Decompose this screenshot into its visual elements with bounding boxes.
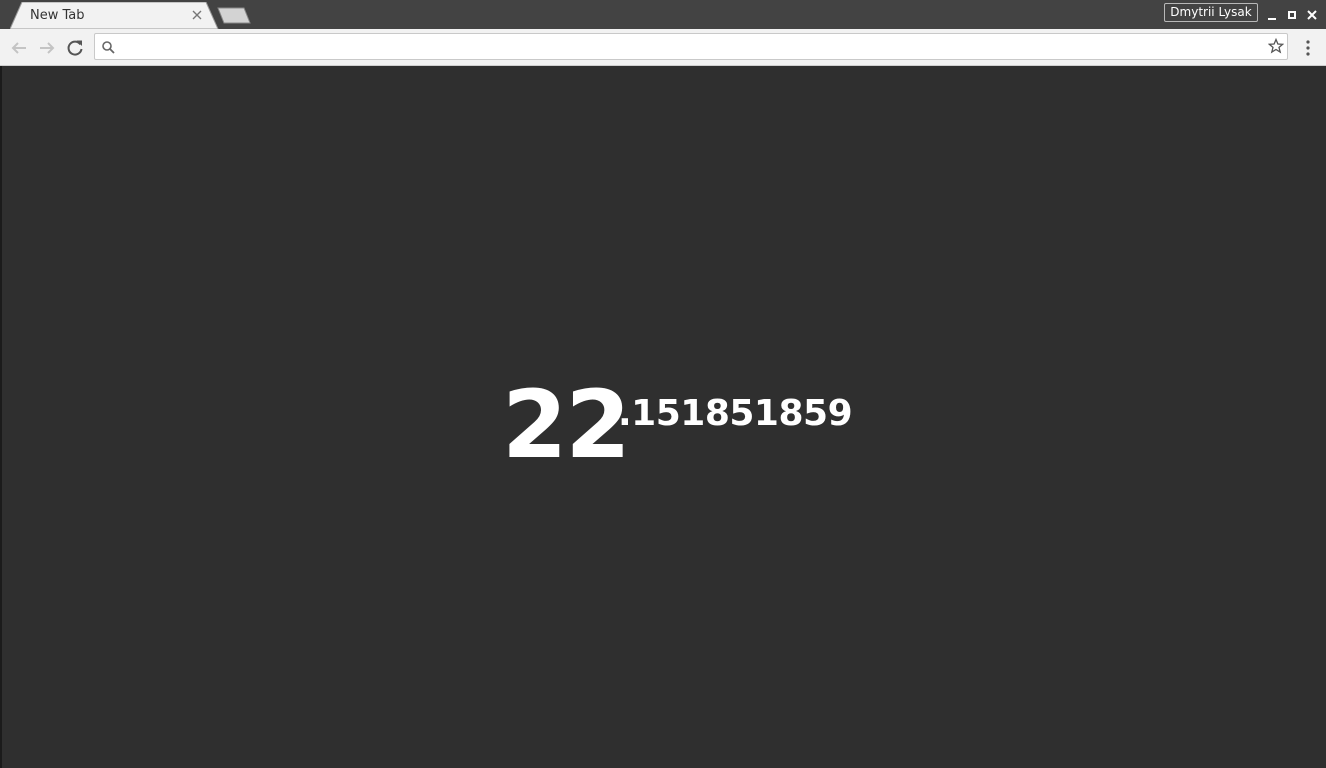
back-button[interactable] — [9, 38, 29, 58]
tab-close-icon[interactable] — [190, 8, 204, 22]
reload-button[interactable] — [65, 38, 85, 58]
profile-button[interactable]: Dmytrii Lysak — [1164, 3, 1258, 22]
bookmark-star-icon[interactable] — [1267, 37, 1285, 54]
new-tab-icon — [217, 7, 251, 24]
minimize-icon[interactable] — [1265, 7, 1279, 21]
address-bar[interactable] — [94, 33, 1288, 60]
new-tab-button[interactable] — [216, 7, 252, 24]
clock-fraction: .151851859 — [618, 393, 853, 434]
search-icon — [101, 39, 115, 54]
tab-new-tab[interactable]: New Tab — [10, 2, 220, 30]
close-window-icon[interactable] — [1305, 7, 1319, 21]
reload-icon — [67, 40, 83, 56]
arrow-left-icon — [11, 42, 26, 54]
arrow-right-icon — [40, 42, 55, 54]
browser-titlebar: New Tab Dmytrii Lysak — [0, 0, 1326, 30]
tab-title: New Tab — [30, 8, 85, 23]
browser-toolbar — [0, 29, 1326, 66]
kebab-menu-icon[interactable] — [1300, 38, 1316, 58]
forward-button[interactable] — [37, 38, 57, 58]
address-input[interactable] — [121, 36, 1257, 57]
maximize-icon[interactable] — [1285, 7, 1299, 21]
clock-integer: 22 — [502, 371, 631, 480]
